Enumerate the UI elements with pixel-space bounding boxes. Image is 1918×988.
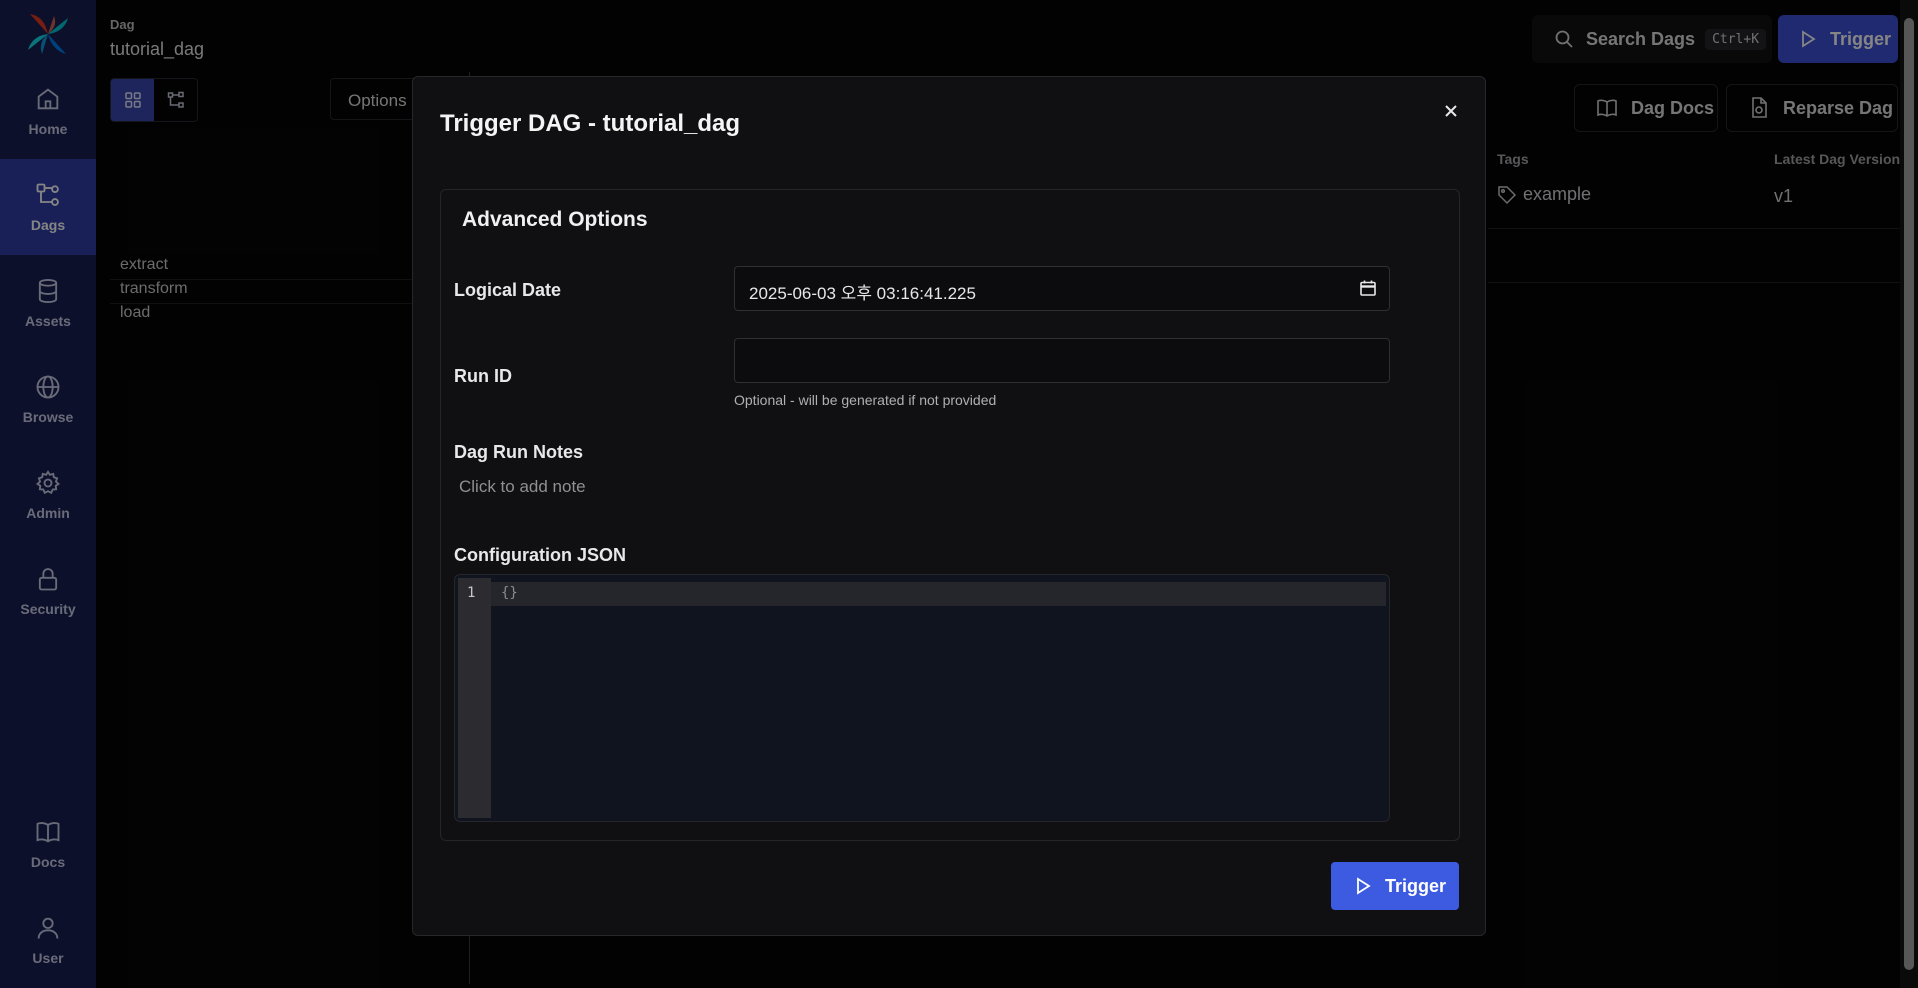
- add-note-field[interactable]: Click to add note: [459, 477, 586, 497]
- trigger-submit-button[interactable]: Trigger: [1331, 862, 1459, 910]
- trigger-submit-label: Trigger: [1385, 875, 1447, 896]
- logical-date-label: Logical Date: [454, 280, 562, 300]
- run-id-hint: Optional - will be generated if not prov…: [734, 392, 997, 408]
- run-id-label: Run ID: [454, 366, 512, 386]
- close-button[interactable]: [1435, 95, 1467, 127]
- advanced-options-title[interactable]: Advanced Options: [462, 208, 648, 232]
- play-icon: [1357, 877, 1371, 895]
- config-json-label: Configuration JSON: [454, 545, 626, 565]
- close-icon: [1445, 105, 1457, 117]
- config-json-editor[interactable]: 1 {}: [454, 574, 1390, 822]
- logical-date-input[interactable]: 2025-06-03 오후 03:16:41.225: [734, 266, 1390, 311]
- active-line-highlight: [491, 582, 1386, 606]
- run-id-input[interactable]: [734, 338, 1390, 383]
- config-json-code[interactable]: {}: [501, 585, 518, 601]
- notes-label: Dag Run Notes: [454, 442, 584, 462]
- trigger-dag-modal: Trigger DAG - tutorial_dag Advanced Opti…: [412, 76, 1486, 936]
- calendar-icon[interactable]: [1359, 279, 1377, 297]
- logical-date-value: 2025-06-03 오후 03:16:41.225: [749, 284, 976, 303]
- line-gutter: [458, 578, 491, 818]
- modal-title: Trigger DAG - tutorial_dag: [440, 110, 741, 137]
- line-number: 1: [467, 585, 476, 601]
